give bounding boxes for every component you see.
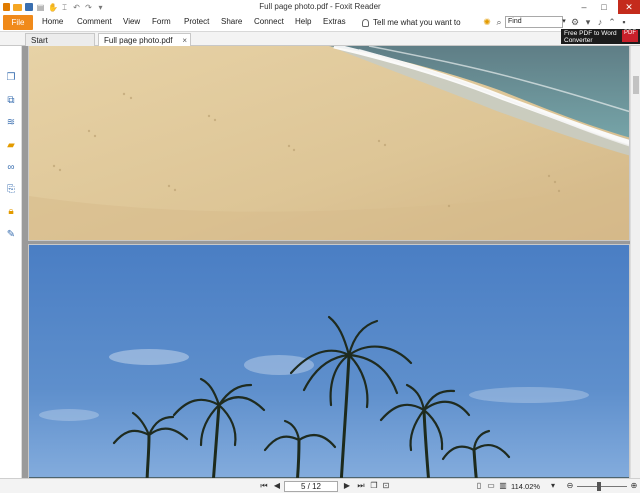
pdf-page-palm-photo	[28, 244, 630, 478]
title-bar: ▤ ✋ ⌶ ↶ ↷ ▾ Full page photo.pdf - Foxit …	[0, 0, 640, 14]
pages-icon[interactable]: ❐	[5, 72, 17, 84]
status-bar: ⏮ ◀ 5 / 12 ▶ ⏭ ❐ ⊡ ▯ ▭ ▥ 114.02% ▾ ⊖ ⊕	[0, 478, 640, 493]
notification-bell-icon[interactable]: ♪	[594, 16, 606, 29]
select-icon[interactable]: ⌶	[60, 3, 69, 12]
facing-page-icon[interactable]: ▥	[498, 481, 508, 491]
settings-icon[interactable]: ⚙	[569, 16, 581, 29]
hand-icon[interactable]: ✋	[48, 3, 58, 12]
zoom-in-icon[interactable]: ⊕	[629, 481, 639, 491]
first-page-icon[interactable]: ⏮	[259, 481, 269, 491]
new-document-icon[interactable]	[3, 3, 10, 11]
zoom-slider[interactable]	[577, 486, 627, 487]
find-options-icon[interactable]: ▾	[560, 16, 568, 28]
continuous-page-icon[interactable]: ▭	[486, 481, 496, 491]
tab-connect[interactable]: Connect	[254, 17, 284, 26]
tab-form[interactable]: Form	[152, 17, 171, 26]
security-icon[interactable]: 🔒︎	[5, 206, 17, 218]
pdf-page-beach-photo	[28, 46, 630, 241]
tell-me-search[interactable]: Tell me what you want to	[362, 15, 461, 30]
scrollbar-thumb[interactable]	[633, 76, 639, 94]
navigation-panel: ❐ ⧉ ≋ ▰ ∞ ⎘ 🔒︎ ✎	[0, 46, 22, 478]
document-view[interactable]	[22, 46, 640, 478]
tab-help[interactable]: Help	[295, 17, 311, 26]
tab-protect[interactable]: Protect	[184, 17, 209, 26]
maximize-icon[interactable]: □	[596, 0, 612, 14]
minimize-icon[interactable]: –	[576, 0, 592, 14]
undo-icon[interactable]: ↶	[72, 3, 81, 12]
layers-icon[interactable]: ⧉	[5, 95, 17, 107]
collapse-ribbon-icon[interactable]: ⌃	[606, 16, 618, 29]
quick-access-toolbar: ▤ ✋ ⌶ ↶ ↷ ▾	[0, 0, 105, 14]
previous-page-icon[interactable]: ◀	[272, 481, 282, 491]
last-page-icon[interactable]: ⏭	[356, 481, 366, 491]
redo-icon[interactable]: ↷	[84, 3, 93, 12]
tell-me-text: Tell me what you want to	[373, 18, 461, 27]
converter-ad-banner[interactable]: Free PDF to Word Converter PDF	[561, 29, 640, 44]
customize-icon[interactable]: ▾	[96, 3, 105, 12]
tab-home[interactable]: Home	[42, 17, 63, 26]
comments-icon[interactable]: ▰	[5, 140, 17, 152]
palm-trees-photo	[29, 245, 629, 478]
link-icon[interactable]: ∞	[5, 162, 17, 174]
print-icon[interactable]: ▤	[36, 3, 45, 12]
beach-photo	[29, 46, 629, 240]
search-icon[interactable]: ⌕	[493, 16, 505, 29]
tab-share[interactable]: Share	[221, 17, 242, 26]
tab-start-label: Start	[31, 36, 48, 45]
tab-view[interactable]: View	[123, 17, 140, 26]
signature-icon[interactable]: ✎	[5, 229, 17, 241]
tab-document-label: Full page photo.pdf	[104, 36, 173, 45]
attachment-icon[interactable]: ⎘	[5, 184, 17, 196]
copy-view-icon[interactable]: ❐	[369, 481, 379, 491]
open-folder-icon[interactable]	[13, 3, 22, 11]
save-icon[interactable]	[25, 3, 33, 11]
vertical-scrollbar[interactable]	[630, 46, 640, 478]
zoom-level[interactable]: 114.02%	[511, 482, 540, 491]
next-page-icon[interactable]: ▶	[342, 481, 352, 491]
zoom-dropdown-icon[interactable]: ▾	[548, 481, 558, 491]
bookmarks-icon[interactable]: ≋	[5, 117, 17, 129]
pdf-badge: PDF	[622, 30, 638, 42]
file-tab[interactable]: File	[3, 15, 33, 30]
foxit-reader-window: ▤ ✋ ⌶ ↶ ↷ ▾ Full page photo.pdf - Foxit …	[0, 0, 640, 493]
page-number-input[interactable]: 5 / 12	[284, 481, 338, 492]
zoom-slider-handle[interactable]	[597, 482, 601, 491]
zoom-out-icon[interactable]: ⊖	[565, 481, 575, 491]
close-window-icon[interactable]: ✕	[618, 0, 640, 14]
tab-extras[interactable]: Extras	[323, 17, 346, 26]
sun-icon[interactable]: ✺	[481, 16, 493, 29]
ribbon-tabs: File Home Comment View Form Protect Shar…	[0, 14, 640, 32]
tab-comment[interactable]: Comment	[77, 17, 112, 26]
lightbulb-icon	[362, 18, 369, 27]
single-page-icon[interactable]: ▯	[474, 481, 484, 491]
tab-document[interactable]: Full page photo.pdf ×	[98, 33, 191, 46]
fit-page-icon[interactable]: ⊡	[381, 481, 391, 491]
tab-start[interactable]: Start	[25, 33, 95, 46]
dropdown-icon[interactable]: ▾	[582, 16, 594, 29]
document-tabs: Start Full page photo.pdf ×	[0, 32, 640, 46]
find-input[interactable]: Find	[505, 16, 563, 28]
ribbon-options-icon[interactable]: ▪	[618, 16, 630, 29]
